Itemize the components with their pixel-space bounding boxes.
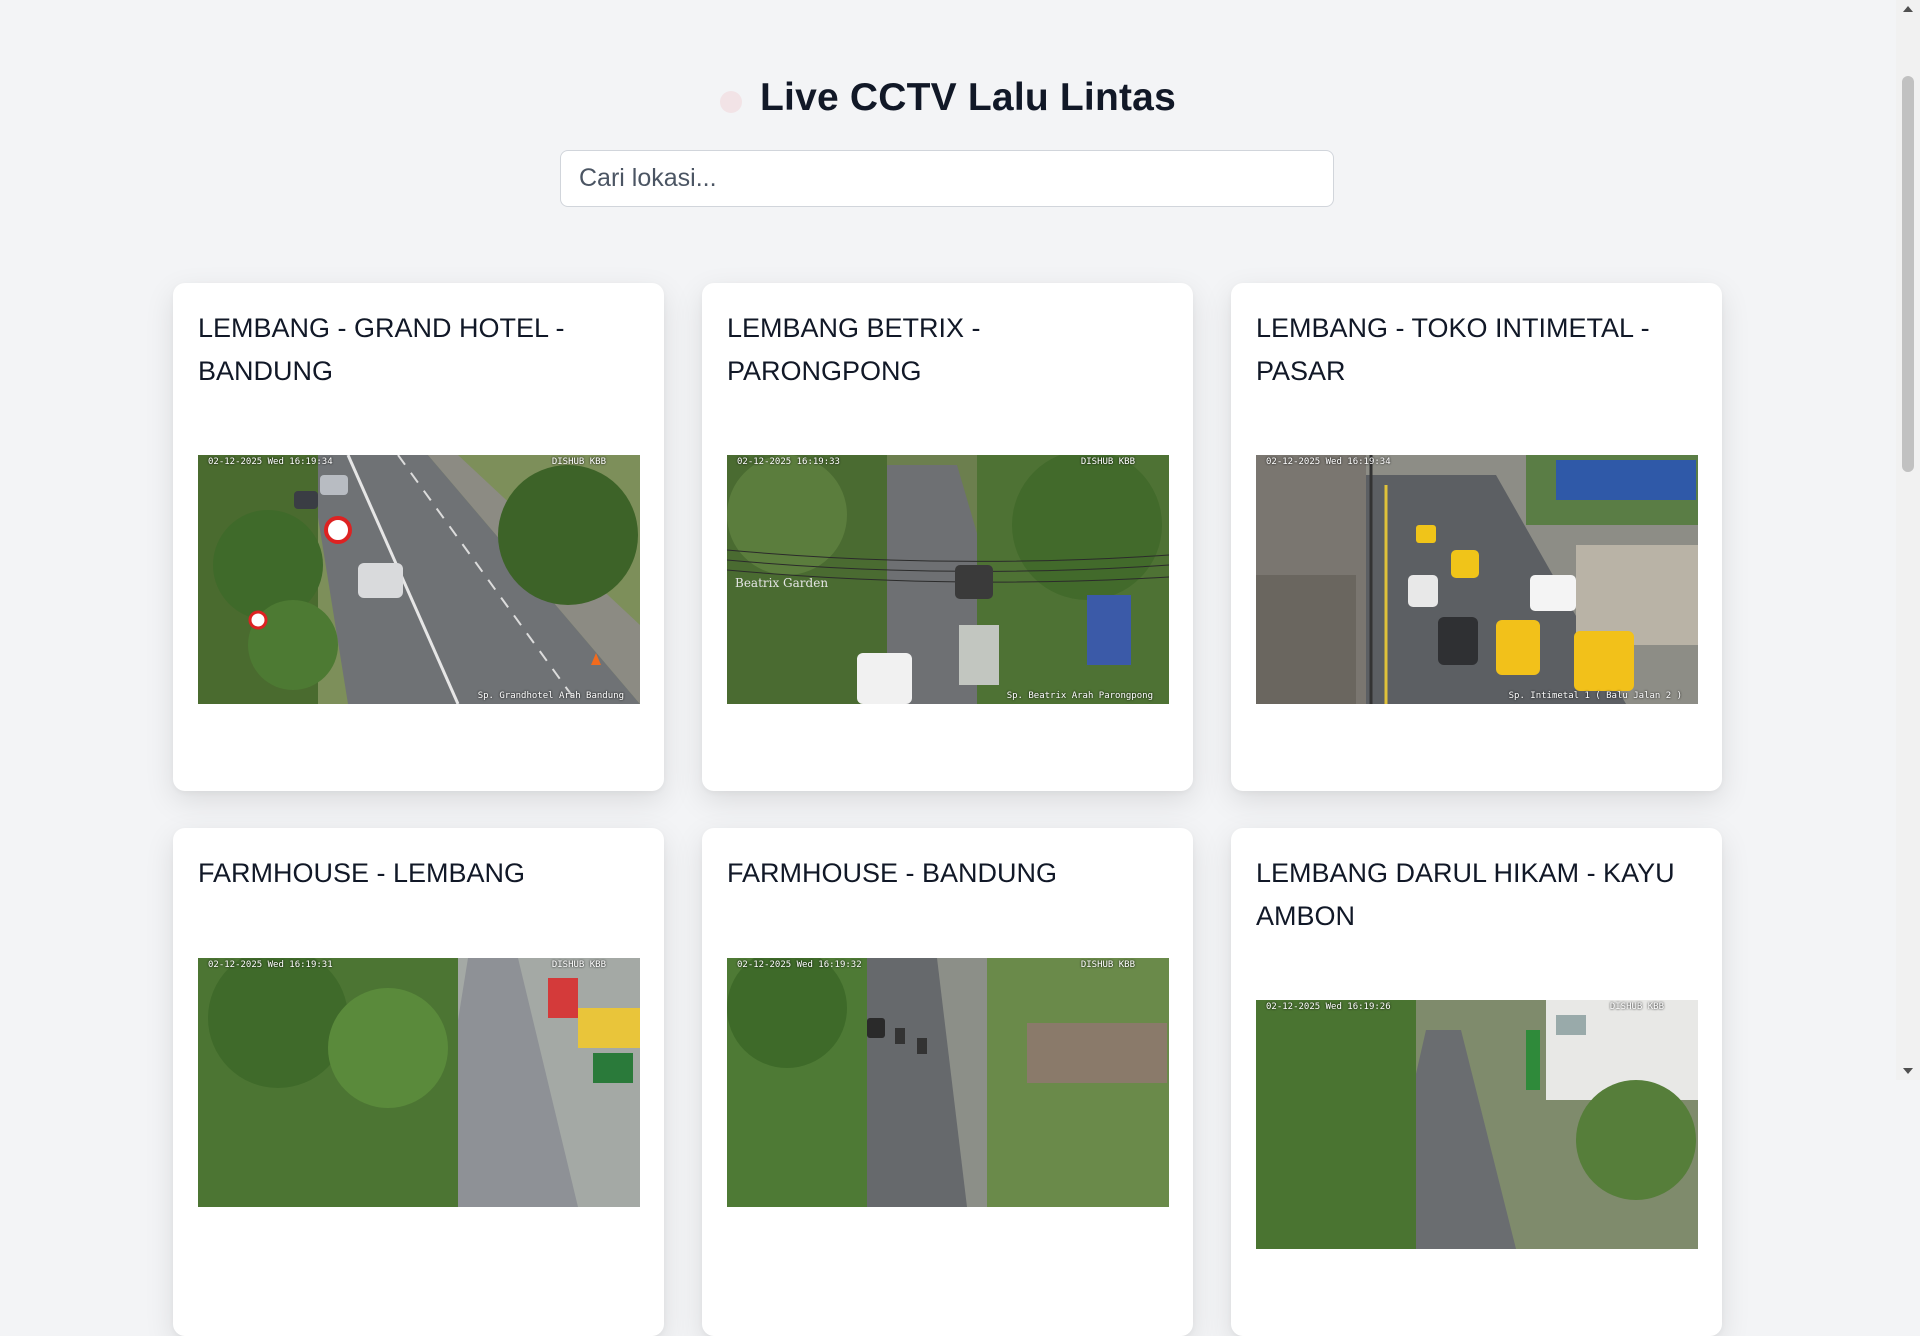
cctv-feed-image[interactable]: 02-12-2025 Wed 16:19:34 DISHUB KBB Sp. G… [198,455,640,704]
cctv-feed-illustration [727,958,1169,1207]
cctv-feed-image[interactable]: 02-12-2025 Wed 16:19:26 DISHUB KBB [1256,1000,1698,1249]
cctv-feed-illustration [1256,1000,1698,1249]
osd-location: Sp. Beatrix Arah Parongpong [1006,691,1153,701]
camera-card[interactable]: FARMHOUSE - BANDUNG 02-12-2025 Wed 16:19… [702,828,1193,1336]
osd-location: Sp. Intimetal 1 ( Balu Jalan 2 ) [1508,691,1682,701]
osd-timestamp: 02-12-2025 Wed 16:19:32 [737,960,862,970]
cctv-feed-illustration [1256,455,1698,704]
camera-title: LEMBANG - TOKO INTIMETAL - PASAR [1256,313,1650,386]
cctv-feed-illustration [198,958,640,1207]
live-dot-icon [720,91,743,113]
osd-brand: DISHUB KBB [1609,1002,1664,1012]
camera-grid: LEMBANG - GRAND HOTEL - BANDUNG 02-12-20… [173,283,1723,1336]
cctv-feed-image[interactable]: 02-12-2025 Wed 16:19:34 Sp. Intimetal 1 … [1256,455,1698,704]
cctv-feed-illustration: Beatrix Garden [727,455,1169,704]
osd-timestamp: 02-12-2025 Wed 16:19:34 [208,457,333,467]
camera-card[interactable]: FARMHOUSE - LEMBANG 02-12-2025 Wed 16:19… [173,828,664,1336]
feed-signage: Beatrix Garden [735,576,828,590]
header: Live CCTV Lalu Lintas [0,76,1896,120]
osd-brand: DISHUB KBB [1080,960,1135,970]
cctv-feed-image[interactable]: 02-12-2025 Wed 16:19:31 DISHUB KBB [198,958,640,1207]
camera-title: LEMBANG BETRIX - PARONGPONG [727,313,981,386]
osd-timestamp: 02-12-2025 Wed 16:19:26 [1266,1002,1391,1012]
osd-brand: DISHUB KBB [1080,457,1135,467]
scrollbar-thumb[interactable] [1902,76,1914,472]
camera-card[interactable]: LEMBANG - GRAND HOTEL - BANDUNG 02-12-20… [173,283,664,791]
title-row: Live CCTV Lalu Lintas [720,76,1176,120]
camera-card[interactable]: LEMBANG DARUL HIKAM - KAYU AMBON 02-12-2… [1231,828,1722,1336]
search-input[interactable] [560,150,1334,207]
scroll-up-arrow-icon[interactable] [1903,6,1913,12]
vertical-scrollbar[interactable] [1896,0,1920,1080]
scroll-down-arrow-icon[interactable] [1903,1068,1913,1074]
camera-card[interactable]: LEMBANG - TOKO INTIMETAL - PASAR 02-12-2… [1231,283,1722,791]
osd-brand: DISHUB KBB [551,457,606,467]
cctv-feed-image[interactable]: 02-12-2025 Wed 16:19:32 DISHUB KBB [727,958,1169,1207]
cctv-feed-image[interactable]: Beatrix Garden 02-12-2025 16:19:33 DISHU… [727,455,1169,704]
page: Live CCTV Lalu Lintas LEMBANG - GRAND HO… [0,0,1896,1336]
camera-title: LEMBANG - GRAND HOTEL - BANDUNG [198,313,565,386]
osd-timestamp: 02-12-2025 16:19:33 [737,457,840,467]
osd-brand: DISHUB KBB [551,960,606,970]
camera-card[interactable]: LEMBANG BETRIX - PARONGPONG Beatrix Gard… [702,283,1193,791]
osd-timestamp: 02-12-2025 Wed 16:19:31 [208,960,333,970]
camera-title: FARMHOUSE - BANDUNG [727,858,1058,888]
page-title: Live CCTV Lalu Lintas [760,76,1176,119]
camera-title: FARMHOUSE - LEMBANG [198,858,526,888]
cctv-feed-illustration [198,455,640,704]
osd-timestamp: 02-12-2025 Wed 16:19:34 [1266,457,1391,467]
camera-title: LEMBANG DARUL HIKAM - KAYU AMBON [1256,858,1675,931]
osd-location: Sp. Grandhotel Arah Bandung [477,691,624,701]
